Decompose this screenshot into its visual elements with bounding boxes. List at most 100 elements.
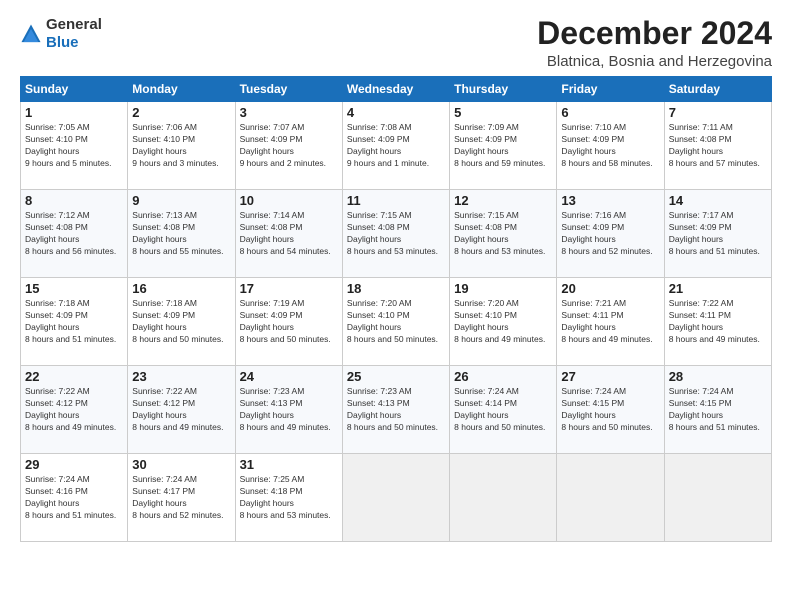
calendar-cell: 13 Sunrise: 7:16 AMSunset: 4:09 PMDayligh…: [557, 190, 664, 278]
header: General Blue December 2024 Blatnica, Bos…: [20, 16, 772, 70]
day-info: Sunrise: 7:13 AMSunset: 4:08 PMDaylight …: [132, 210, 223, 256]
week-row-3: 15 Sunrise: 7:18 AMSunset: 4:09 PMDayligh…: [21, 278, 772, 366]
col-wednesday: Wednesday: [342, 77, 449, 102]
day-number: 6: [561, 105, 659, 120]
day-info: Sunrise: 7:05 AMSunset: 4:10 PMDaylight …: [25, 122, 111, 168]
day-number: 3: [240, 105, 338, 120]
day-info: Sunrise: 7:09 AMSunset: 4:09 PMDaylight …: [454, 122, 545, 168]
day-number: 30: [132, 457, 230, 472]
day-number: 24: [240, 369, 338, 384]
day-info: Sunrise: 7:24 AMSunset: 4:15 PMDaylight …: [669, 386, 760, 432]
calendar-table: Sunday Monday Tuesday Wednesday Thursday…: [20, 76, 772, 542]
calendar-cell: 17 Sunrise: 7:19 AMSunset: 4:09 PMDayligh…: [235, 278, 342, 366]
calendar-cell: 1 Sunrise: 7:05 AMSunset: 4:10 PMDaylight…: [21, 102, 128, 190]
calendar-cell: 12Sunrise: 7:15 AMSunset: 4:08 PMDayligh…: [450, 190, 557, 278]
day-number: 16: [132, 281, 230, 296]
day-info: Sunrise: 7:23 AMSunset: 4:13 PMDaylight …: [347, 386, 438, 432]
day-number: 13: [561, 193, 659, 208]
day-number: 2: [132, 105, 230, 120]
day-number: 7: [669, 105, 767, 120]
calendar-cell: 25 Sunrise: 7:23 AMSunset: 4:13 PMDayligh…: [342, 366, 449, 454]
day-info: Sunrise: 7:10 AMSunset: 4:09 PMDaylight …: [561, 122, 652, 168]
page-container: General Blue December 2024 Blatnica, Bos…: [0, 0, 792, 552]
day-info: Sunrise: 7:22 AMSunset: 4:12 PMDaylight …: [25, 386, 116, 432]
calendar-cell: 2 Sunrise: 7:06 AMSunset: 4:10 PMDaylight…: [128, 102, 235, 190]
week-row-5: 29 Sunrise: 7:24 AMSunset: 4:16 PMDayligh…: [21, 454, 772, 542]
day-number: 20: [561, 281, 659, 296]
day-info: Sunrise: 7:20 AMSunset: 4:10 PMDaylight …: [454, 298, 545, 344]
logo-general: General Blue: [46, 16, 102, 52]
day-info: Sunrise: 7:15 AMSunset: 4:08 PMDaylight …: [347, 210, 438, 256]
day-info: Sunrise: 7:23 AMSunset: 4:13 PMDaylight …: [240, 386, 331, 432]
calendar-cell: 26Sunrise: 7:24 AMSunset: 4:14 PMDayligh…: [450, 366, 557, 454]
day-number: 1: [25, 105, 123, 120]
day-number: 22: [25, 369, 123, 384]
calendar-cell: 10Sunrise: 7:14 AMSunset: 4:08 PMDayligh…: [235, 190, 342, 278]
day-number: 5: [454, 105, 552, 120]
day-info: Sunrise: 7:24 AMSunset: 4:16 PMDaylight …: [25, 474, 116, 520]
day-number: 14: [669, 193, 767, 208]
day-number: 12: [454, 193, 552, 208]
calendar-cell: 21 Sunrise: 7:22 AMSunset: 4:11 PMDayligh…: [664, 278, 771, 366]
day-number: 9: [132, 193, 230, 208]
day-info: Sunrise: 7:12 AMSunset: 4:08 PMDaylight …: [25, 210, 116, 256]
calendar-cell: [557, 454, 664, 542]
calendar-cell: 29 Sunrise: 7:24 AMSunset: 4:16 PMDayligh…: [21, 454, 128, 542]
day-number: 25: [347, 369, 445, 384]
day-info: Sunrise: 7:20 AMSunset: 4:10 PMDaylight …: [347, 298, 438, 344]
calendar-cell: 6 Sunrise: 7:10 AMSunset: 4:09 PMDaylight…: [557, 102, 664, 190]
col-tuesday: Tuesday: [235, 77, 342, 102]
day-number: 28: [669, 369, 767, 384]
calendar-cell: 23Sunrise: 7:22 AMSunset: 4:12 PMDayligh…: [128, 366, 235, 454]
col-saturday: Saturday: [664, 77, 771, 102]
day-info: Sunrise: 7:22 AMSunset: 4:11 PMDaylight …: [669, 298, 760, 344]
day-info: Sunrise: 7:16 AMSunset: 4:09 PMDaylight …: [561, 210, 652, 256]
day-info: Sunrise: 7:24 AMSunset: 4:14 PMDaylight …: [454, 386, 545, 432]
calendar-cell: 30 Sunrise: 7:24 AMSunset: 4:17 PMDayligh…: [128, 454, 235, 542]
day-number: 27: [561, 369, 659, 384]
calendar-cell: 22 Sunrise: 7:22 AMSunset: 4:12 PMDayligh…: [21, 366, 128, 454]
week-row-1: 1 Sunrise: 7:05 AMSunset: 4:10 PMDaylight…: [21, 102, 772, 190]
calendar-cell: 24 Sunrise: 7:23 AMSunset: 4:13 PMDayligh…: [235, 366, 342, 454]
day-number: 10: [240, 193, 338, 208]
calendar-cell: 7Sunrise: 7:11 AMSunset: 4:08 PMDaylight…: [664, 102, 771, 190]
day-number: 23: [132, 369, 230, 384]
day-number: 17: [240, 281, 338, 296]
calendar-cell: 20 Sunrise: 7:21 AMSunset: 4:11 PMDayligh…: [557, 278, 664, 366]
calendar-cell: 4Sunrise: 7:08 AMSunset: 4:09 PMDaylight…: [342, 102, 449, 190]
header-row: Sunday Monday Tuesday Wednesday Thursday…: [21, 77, 772, 102]
calendar-cell: 19Sunrise: 7:20 AMSunset: 4:10 PMDayligh…: [450, 278, 557, 366]
day-info: Sunrise: 7:24 AMSunset: 4:17 PMDaylight …: [132, 474, 223, 520]
calendar-cell: 15 Sunrise: 7:18 AMSunset: 4:09 PMDayligh…: [21, 278, 128, 366]
col-thursday: Thursday: [450, 77, 557, 102]
calendar-cell: 16Sunrise: 7:18 AMSunset: 4:09 PMDayligh…: [128, 278, 235, 366]
week-row-4: 22 Sunrise: 7:22 AMSunset: 4:12 PMDayligh…: [21, 366, 772, 454]
day-number: 15: [25, 281, 123, 296]
day-number: 29: [25, 457, 123, 472]
calendar-cell: 8 Sunrise: 7:12 AMSunset: 4:08 PMDaylight…: [21, 190, 128, 278]
day-info: Sunrise: 7:19 AMSunset: 4:09 PMDaylight …: [240, 298, 331, 344]
col-sunday: Sunday: [21, 77, 128, 102]
calendar-cell: 11Sunrise: 7:15 AMSunset: 4:08 PMDayligh…: [342, 190, 449, 278]
calendar-cell: 3Sunrise: 7:07 AMSunset: 4:09 PMDaylight…: [235, 102, 342, 190]
location-title: Blatnica, Bosnia and Herzegovina: [537, 53, 772, 70]
logo-icon: [20, 23, 42, 45]
day-number: 21: [669, 281, 767, 296]
calendar-cell: 31 Sunrise: 7:25 AMSunset: 4:18 PMDayligh…: [235, 454, 342, 542]
day-number: 31: [240, 457, 338, 472]
calendar-cell: 14Sunrise: 7:17 AMSunset: 4:09 PMDayligh…: [664, 190, 771, 278]
calendar-cell: [450, 454, 557, 542]
day-info: Sunrise: 7:06 AMSunset: 4:10 PMDaylight …: [132, 122, 218, 168]
calendar-cell: 9 Sunrise: 7:13 AMSunset: 4:08 PMDaylight…: [128, 190, 235, 278]
col-monday: Monday: [128, 77, 235, 102]
logo: General Blue: [20, 16, 102, 52]
calendar-cell: [664, 454, 771, 542]
calendar-cell: 18Sunrise: 7:20 AMSunset: 4:10 PMDayligh…: [342, 278, 449, 366]
title-block: December 2024 Blatnica, Bosnia and Herze…: [537, 16, 772, 70]
day-info: Sunrise: 7:21 AMSunset: 4:11 PMDaylight …: [561, 298, 652, 344]
week-row-2: 8 Sunrise: 7:12 AMSunset: 4:08 PMDaylight…: [21, 190, 772, 278]
day-info: Sunrise: 7:18 AMSunset: 4:09 PMDaylight …: [25, 298, 116, 344]
day-info: Sunrise: 7:25 AMSunset: 4:18 PMDaylight …: [240, 474, 331, 520]
day-number: 8: [25, 193, 123, 208]
month-title: December 2024: [537, 16, 772, 51]
